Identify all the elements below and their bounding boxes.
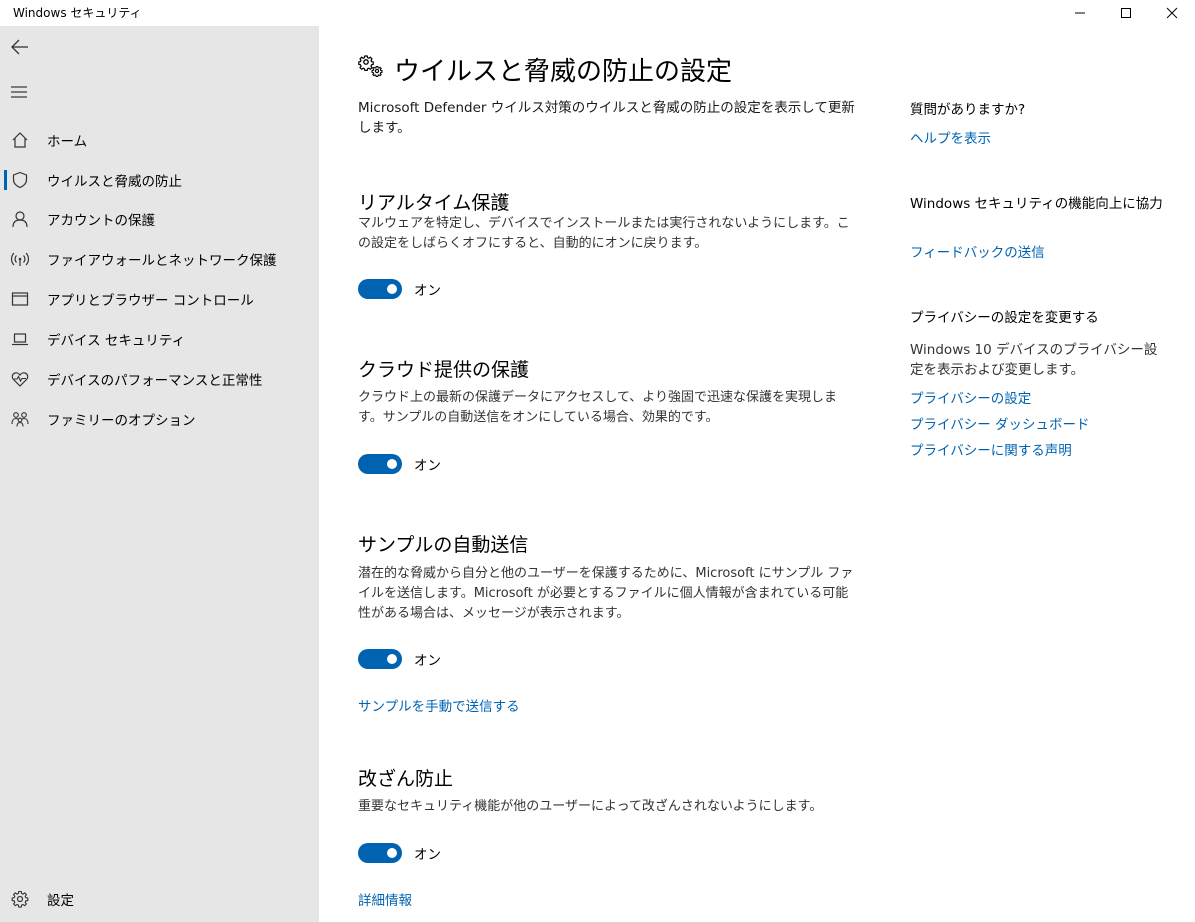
- family-icon: [11, 410, 29, 428]
- sidebar-item-home[interactable]: ホーム: [0, 120, 319, 160]
- sidebar-item-settings[interactable]: 設定: [0, 879, 319, 919]
- page-title-text: ウイルスと脅威の防止の設定: [394, 57, 733, 87]
- window-title: Windows セキュリティ: [13, 6, 142, 20]
- home-icon: [11, 131, 29, 149]
- title-bar: Windows セキュリティ: [0, 0, 1195, 26]
- realtime-protection-toggle-row: オン: [358, 279, 441, 299]
- settings-label: 設定: [47, 893, 74, 909]
- maximize-icon[interactable]: [1103, 0, 1149, 26]
- back-arrow-icon[interactable]: [8, 35, 32, 59]
- learn-more-link[interactable]: 詳細情報: [358, 889, 412, 909]
- sidebar-item-label: アプリとブラウザー コントロール: [47, 293, 254, 309]
- sample-submission-title: サンプルの自動送信: [358, 534, 529, 556]
- wireless-icon: [11, 250, 29, 268]
- sidebar-item-account-protection[interactable]: アカウントの保護: [0, 199, 319, 239]
- sidebar-item-label: アカウントの保護: [47, 213, 155, 229]
- sidebar-item-label: ファイアウォールとネットワーク保護: [47, 253, 277, 269]
- realtime-protection-description: マルウェアを特定し、デバイスでインストールまたは実行されないようにします。この設…: [358, 216, 850, 251]
- privacy-heading: プライバシーの設定を変更する: [910, 310, 1099, 326]
- sidebar-item-app-browser[interactable]: アプリとブラウザー コントロール: [0, 279, 319, 319]
- privacy-description: Windows 10 デバイスのプライバシー設定を表示および変更します。: [910, 342, 1158, 378]
- submit-sample-manually-link[interactable]: サンプルを手動で送信する: [358, 695, 520, 715]
- minimize-icon[interactable]: [1057, 0, 1103, 26]
- feedback-link[interactable]: フィードバックの送信: [910, 241, 1045, 261]
- page-title: ウイルスと脅威の防止の設定: [358, 51, 732, 88]
- sidebar-item-label: デバイスのパフォーマンスと正常性: [47, 373, 263, 389]
- sample-submission-toggle[interactable]: [358, 649, 402, 669]
- tamper-protection-toggle[interactable]: [358, 843, 402, 863]
- cloud-protection-title: クラウド提供の保護: [358, 359, 530, 381]
- realtime-protection-toggle[interactable]: [358, 279, 402, 299]
- app-window-icon: [11, 290, 29, 308]
- heart-pulse-icon: [11, 370, 29, 388]
- realtime-protection-title: リアルタイム保護: [358, 192, 510, 214]
- sidebar-item-device-security[interactable]: デバイス セキュリティ: [0, 319, 319, 359]
- help-link[interactable]: ヘルプを表示: [910, 127, 991, 147]
- sample-submission-description: 潜在的な脅威から自分と他のユーザーを保護するために、Microsoft にサンプ…: [358, 566, 854, 621]
- sidebar-item-family[interactable]: ファミリーのオプション: [0, 399, 319, 439]
- sidebar-item-label: ホーム: [47, 134, 88, 150]
- page-description: Microsoft Defender ウイルス対策のウイルスと脅威の防止の設定を…: [358, 100, 855, 136]
- cloud-protection-toggle-row: オン: [358, 454, 441, 474]
- toggle-state-label: オン: [414, 847, 441, 863]
- sidebar-item-label: ファミリーのオプション: [47, 413, 196, 429]
- toggle-state-label: オン: [414, 283, 441, 299]
- sidebar-item-device-performance[interactable]: デバイスのパフォーマンスと正常性: [0, 359, 319, 399]
- privacy-statement-link[interactable]: プライバシーに関する声明: [910, 439, 1072, 459]
- cloud-protection-toggle[interactable]: [358, 454, 402, 474]
- hamburger-icon[interactable]: [8, 80, 32, 104]
- toggle-state-label: オン: [414, 458, 441, 474]
- sample-submission-toggle-row: オン: [358, 649, 441, 669]
- window-controls: [1057, 0, 1195, 26]
- gear-icon: [11, 890, 29, 908]
- help-heading: 質問がありますか?: [910, 102, 1026, 118]
- sidebar-item-label: デバイス セキュリティ: [47, 333, 186, 349]
- cloud-protection-description: クラウド上の最新の保護データにアクセスして、より強固で迅速な保護を実現します。サ…: [358, 390, 838, 425]
- close-icon[interactable]: [1149, 0, 1195, 26]
- gears-icon: [358, 53, 384, 86]
- feedback-heading: Windows セキュリティの機能向上に協力: [910, 196, 1163, 212]
- privacy-dashboard-link[interactable]: プライバシー ダッシュボード: [910, 413, 1090, 433]
- privacy-settings-link[interactable]: プライバシーの設定: [910, 387, 1031, 407]
- laptop-icon: [11, 330, 29, 348]
- tamper-protection-toggle-row: オン: [358, 843, 441, 863]
- sidebar-item-firewall[interactable]: ファイアウォールとネットワーク保護: [0, 239, 319, 279]
- sidebar: ホーム ウイルスと脅威の防止 アカウントの保護 ファイアウォールとネットワーク保…: [0, 26, 319, 922]
- toggle-state-label: オン: [414, 653, 441, 669]
- sidebar-item-virus-protection[interactable]: ウイルスと脅威の防止: [0, 160, 319, 200]
- shield-icon: [11, 171, 29, 189]
- tamper-protection-description: 重要なセキュリティ機能が他のユーザーによって改ざんされないようにします。: [358, 799, 823, 814]
- person-icon: [11, 210, 29, 228]
- main-content: ウイルスと脅威の防止の設定 Microsoft Defender ウイルス対策の…: [319, 26, 1195, 922]
- tamper-protection-title: 改ざん防止: [358, 768, 454, 790]
- sidebar-item-label: ウイルスと脅威の防止: [47, 174, 182, 190]
